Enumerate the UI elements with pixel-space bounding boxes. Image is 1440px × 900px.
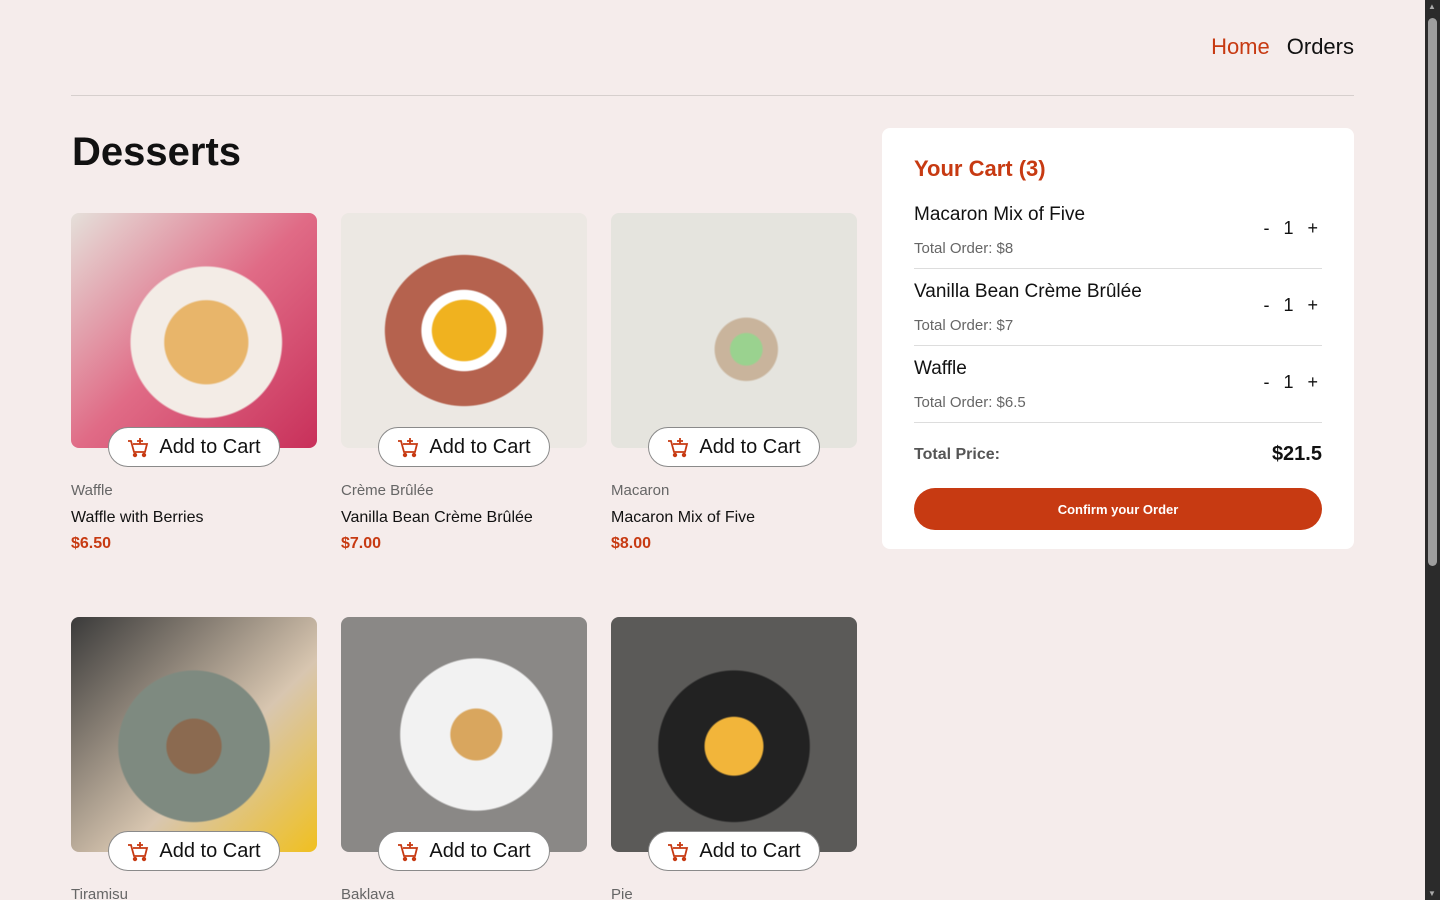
product-image xyxy=(341,617,587,852)
main-nav: Home Orders xyxy=(1211,34,1354,60)
add-to-cart-button[interactable]: Add to Cart xyxy=(648,831,820,871)
add-to-cart-label: Add to Cart xyxy=(159,839,261,862)
product-image xyxy=(341,213,587,448)
cart-item: Macaron Mix of Five Total Order: $8 -1 + xyxy=(914,192,1322,269)
quantity-stepper: -1 + xyxy=(1263,372,1318,393)
product-image xyxy=(71,617,317,852)
add-to-cart-button[interactable]: Add to Cart xyxy=(108,427,280,467)
cart-panel: Your Cart (3) Macaron Mix of Five Total … xyxy=(882,128,1354,549)
cart-item-total: Total Order: $8 xyxy=(914,240,1014,257)
product-price: $7.00 xyxy=(341,535,382,552)
add-to-cart-label: Add to Cart xyxy=(429,839,531,862)
total-value: $21.5 xyxy=(1271,443,1322,465)
cart-item-total: Total Order: $6.5 xyxy=(914,394,1026,411)
product-category: Pie xyxy=(611,886,633,900)
product-category: Tiramisu xyxy=(71,886,128,900)
add-to-cart-button[interactable]: Add to Cart xyxy=(648,427,820,467)
product-card: Add to Cart Macaron Macaron Mix of Five … xyxy=(611,213,857,553)
page-title: Desserts xyxy=(72,130,242,174)
cart-item: Waffle Total Order: $6.5 -1 + xyxy=(914,346,1322,423)
decrease-button[interactable]: - xyxy=(1263,295,1269,316)
quantity-value: 1 xyxy=(1283,372,1294,392)
add-to-cart-label: Add to Cart xyxy=(159,435,261,458)
product-category: Waffle xyxy=(71,482,113,499)
cart-item-name: Macaron Mix of Five xyxy=(914,204,1086,225)
increase-button[interactable]: + xyxy=(1307,218,1318,239)
product-name: Waffle with Berries xyxy=(71,509,204,526)
confirm-order-button[interactable]: Confirm your Order xyxy=(914,488,1322,530)
nav-home[interactable]: Home xyxy=(1211,34,1270,60)
product-category: Crème Brûlée xyxy=(341,482,434,499)
scroll-up-icon[interactable]: ▲ xyxy=(1428,2,1436,11)
cart-item: Vanilla Bean Crème Brûlée Total Order: $… xyxy=(914,269,1322,346)
header: Home Orders xyxy=(71,0,1354,96)
product-card: Add to Cart Pie xyxy=(611,617,857,900)
product-card: Add to Cart Waffle Waffle with Berries $… xyxy=(71,213,317,553)
cart-add-icon xyxy=(667,436,689,458)
product-category: Baklava xyxy=(341,886,395,900)
product-price: $6.50 xyxy=(71,535,112,552)
product-name: Macaron Mix of Five xyxy=(611,509,756,526)
scrollbar-thumb[interactable] xyxy=(1428,18,1437,566)
quantity-stepper: -1 + xyxy=(1263,218,1318,239)
quantity-value: 1 xyxy=(1283,218,1294,238)
add-to-cart-label: Add to Cart xyxy=(429,435,531,458)
cart-add-icon xyxy=(397,840,419,862)
product-category: Macaron xyxy=(611,482,670,499)
product-image xyxy=(611,617,857,852)
total-row: Total Price: $21.5 xyxy=(914,443,1322,466)
scroll-down-icon[interactable]: ▼ xyxy=(1428,889,1436,898)
product-name: Vanilla Bean Crème Brûlée xyxy=(341,509,533,526)
total-label: Total Price: xyxy=(914,445,1000,463)
cart-title: Your Cart (3) xyxy=(914,156,1046,181)
cart-add-icon xyxy=(667,840,689,862)
decrease-button[interactable]: - xyxy=(1263,218,1269,239)
decrease-button[interactable]: - xyxy=(1263,372,1269,393)
add-to-cart-button[interactable]: Add to Cart xyxy=(378,427,550,467)
cart-item-name: Waffle xyxy=(914,358,967,379)
cart-add-icon xyxy=(127,840,149,862)
product-card: Add to Cart Baklava xyxy=(341,617,587,900)
product-image xyxy=(71,213,317,448)
product-grid: Add to Cart Waffle Waffle with Berries $… xyxy=(71,213,857,900)
cart-add-icon xyxy=(397,436,419,458)
product-card: Add to Cart Crème Brûlée Vanilla Bean Cr… xyxy=(341,213,587,553)
increase-button[interactable]: + xyxy=(1307,295,1318,316)
add-to-cart-button[interactable]: Add to Cart xyxy=(378,831,550,871)
scrollbar[interactable]: ▲ ▼ xyxy=(1425,0,1440,900)
quantity-stepper: -1 + xyxy=(1263,295,1318,316)
add-to-cart-button[interactable]: Add to Cart xyxy=(108,831,280,871)
product-price: $8.00 xyxy=(611,535,652,552)
cart-item-name: Vanilla Bean Crème Brûlée xyxy=(914,281,1142,302)
increase-button[interactable]: + xyxy=(1307,372,1318,393)
nav-orders[interactable]: Orders xyxy=(1287,34,1354,60)
product-card: Add to Cart Tiramisu xyxy=(71,617,317,900)
quantity-value: 1 xyxy=(1283,295,1294,315)
add-to-cart-label: Add to Cart xyxy=(699,435,801,458)
product-image xyxy=(611,213,857,448)
cart-item-total: Total Order: $7 xyxy=(914,317,1014,334)
add-to-cart-label: Add to Cart xyxy=(699,839,801,862)
cart-add-icon xyxy=(127,436,149,458)
